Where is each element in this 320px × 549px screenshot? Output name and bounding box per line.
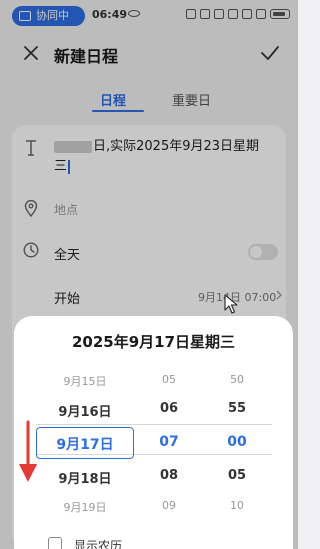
- selected-date-highlight: [36, 427, 134, 459]
- minute-option[interactable]: 10: [192, 499, 282, 512]
- date-option[interactable]: 9月19日: [40, 499, 130, 515]
- mouse-pointer-icon: [224, 294, 238, 314]
- lunar-checkbox[interactable]: [48, 537, 62, 549]
- date-option[interactable]: 9月15日: [40, 373, 130, 389]
- picker-selection-line-top: [36, 424, 272, 425]
- date-option[interactable]: 9月18日: [40, 468, 130, 487]
- date-option[interactable]: 9月16日: [40, 401, 130, 420]
- picker-selected-date: 2025年9月17日星期三: [71, 333, 236, 351]
- minute-option[interactable]: 05: [192, 468, 282, 483]
- screen: 协同中 06:49 新建日程 日程 重要日 日,实际2025年9月23日星期 三…: [0, 0, 298, 549]
- lunar-label: 显示农历: [74, 539, 123, 549]
- minute-option[interactable]: 55: [192, 401, 282, 416]
- red-arrow-annotation: [19, 420, 37, 482]
- date-time-picker-sheet: 2025年9月17日星期三 9月15日 9月16日 9月17日 9月18日 9月…: [14, 316, 293, 549]
- minute-option[interactable]: 50: [192, 373, 282, 386]
- minute-option-selected[interactable]: 00: [192, 434, 282, 450]
